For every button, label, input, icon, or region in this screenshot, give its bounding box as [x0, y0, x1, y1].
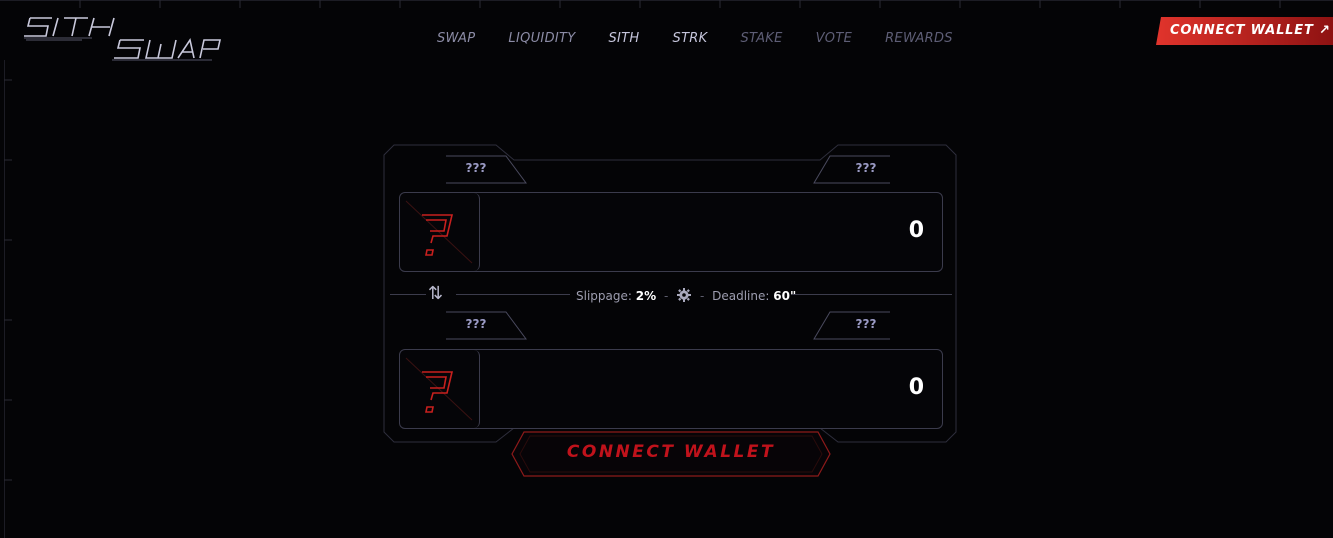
to-token-icon[interactable] — [400, 350, 480, 428]
nav-vote[interactable]: VOTE — [816, 31, 852, 46]
top-ruler — [0, 0, 1333, 8]
from-amount-panel — [399, 192, 943, 272]
connect-wallet-button[interactable]: CONNECT WALLET — [510, 430, 832, 478]
settings-summary: Slippage: 2% - - Deadline: 60" — [576, 287, 797, 303]
unknown-token-icon — [405, 357, 473, 421]
from-amount-input[interactable] — [622, 217, 926, 244]
left-ruler — [4, 60, 12, 538]
nav-sith[interactable]: SITH — [609, 31, 640, 46]
deadline-value: 60" — [773, 289, 797, 303]
header-connect-wallet-button[interactable]: CONNECT WALLET ↗ — [1156, 17, 1333, 45]
main-nav: SWAP LIQUIDITY SITH STRK STAKE VOTE REWA… — [437, 31, 986, 46]
slippage-value: 2% — [635, 289, 657, 303]
swap-settings-row: ⇅ Slippage: 2% - - Deadline: 60" — [390, 283, 952, 307]
slippage-label: Slippage: — [576, 289, 632, 303]
gear-icon[interactable] — [676, 287, 692, 303]
nav-strk[interactable]: STRK — [673, 31, 708, 46]
to-amount-panel — [399, 349, 943, 429]
deadline-label: Deadline: — [712, 289, 770, 303]
connect-wallet-label: CONNECT WALLET — [566, 442, 776, 462]
to-amount-input[interactable] — [622, 374, 926, 401]
sithswap-logo[interactable] — [22, 10, 222, 70]
header-connect-label: CONNECT WALLET ↗ — [1170, 23, 1331, 38]
to-token-select-left[interactable]: ??? — [431, 314, 521, 334]
from-token-select-left[interactable]: ??? — [431, 158, 521, 178]
from-token-icon[interactable] — [400, 193, 480, 271]
to-token-select-right[interactable]: ??? — [821, 314, 911, 334]
switch-tokens-icon[interactable]: ⇅ — [428, 283, 452, 305]
nav-stake[interactable]: STAKE — [740, 31, 782, 46]
from-token-select-right[interactable]: ??? — [821, 158, 911, 178]
unknown-token-icon — [405, 200, 473, 264]
nav-swap[interactable]: SWAP — [437, 31, 475, 46]
nav-rewards[interactable]: REWARDS — [885, 31, 953, 46]
nav-liquidity[interactable]: LIQUIDITY — [508, 31, 575, 46]
